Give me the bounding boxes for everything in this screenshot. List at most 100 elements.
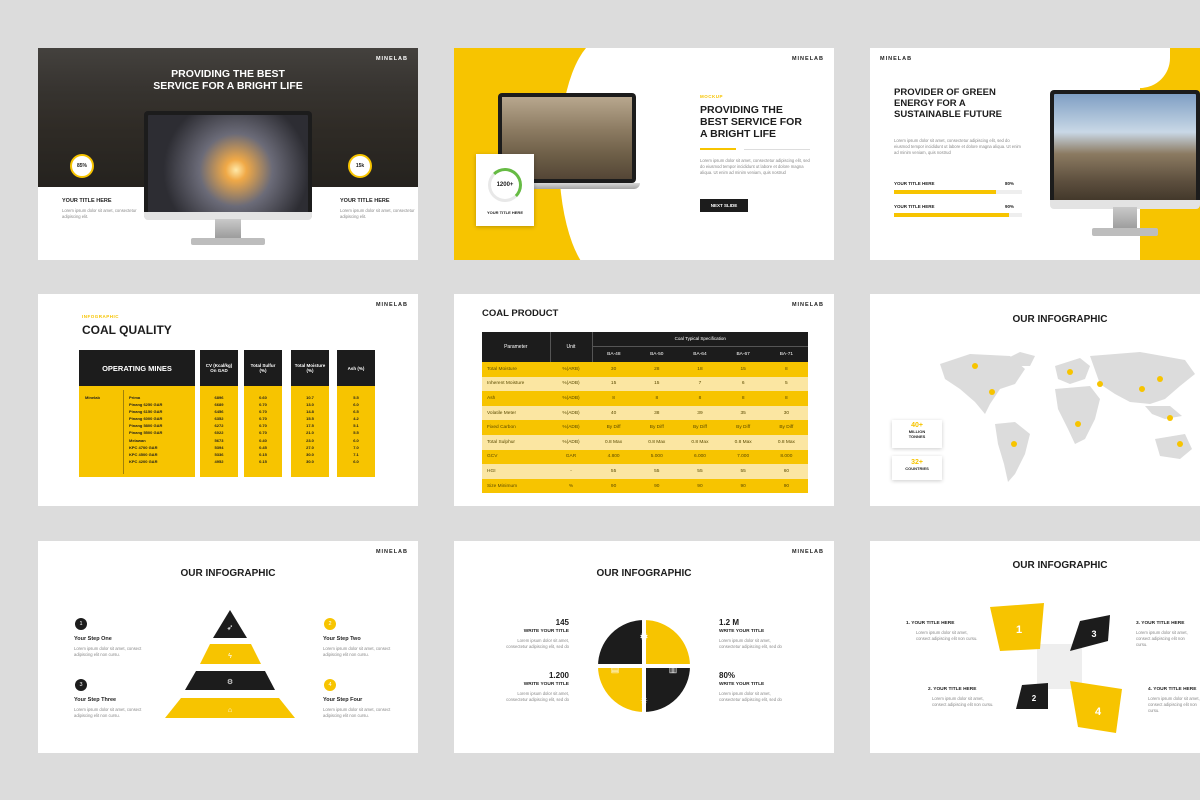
item-2-value: 1.2 M [719,618,740,627]
table-cell: 90 [610,483,617,489]
table-row: Volatile Meter %(ADB) 40 38 39 35 30 [482,405,808,421]
block-3-number: 3 [1091,629,1096,639]
table-cell: %(ADB) [562,425,580,431]
table-cell: 30.0 [306,458,314,464]
item-4-text: Lorem ipsum dolor sit amet, consectetur … [719,691,782,703]
item-1-title: 1. YOUR TITLE HERE [906,621,955,626]
table-row: Fixed Carbon %(ADB) By Diff By Diff By Diff B… [482,420,808,435]
table-cell: 6352 [214,416,224,422]
item-1-text: Lorem ipsum dolor sit amet, consect adip… [916,630,978,642]
slide-1-thumbnail[interactable]: MINELAB PROVIDING THE BEST SERVICE FOR A… [38,48,418,260]
table-cell: 6.5 [353,409,359,415]
item-2-title: WRITE YOUR TITLE [719,629,765,634]
table-cell: 17.5 [306,423,314,429]
step-4-title: Your Step Four [323,697,363,703]
header-unit: Unit [550,332,593,362]
table-cell: 6.0 [353,458,359,464]
block-2-number: 2 [1032,694,1037,703]
col-cv-header: CV (Kcal/kg) On GAD [200,350,238,386]
table-cell: Size Minimum [487,483,518,489]
table-cell: 13.0 [306,402,314,408]
divider-line [744,149,810,150]
table-cell: 6 [741,381,745,387]
table-cell: By Diff [692,425,707,431]
table-cell: 35 [740,410,746,416]
table-cell: 0.70 [259,430,267,436]
step-3-text: Lorem ipsum dolor sit amet, consect adip… [74,707,142,719]
mine-row-name: KPC 4500 GAR [129,451,158,457]
col-mines-header: OPERATING MINES [79,350,195,386]
table-cell: HGI [487,468,496,474]
col-ash-values: 5.5 6.0 6.5 4.2 5.1 5.5 6.0 7.0 7.1 6.0 [337,394,375,465]
table-cell: 55 [740,468,746,474]
slide-title: OUR INFOGRAPHIC [596,568,692,579]
map-pin-icon [1011,441,1017,447]
step-2-title: Your Step Two [323,636,361,642]
brand-logo: MINELAB [375,302,408,308]
monitor-screen [144,111,312,219]
item-1-title: WRITE YOUR TITLE [523,629,569,634]
table-cell: Volatile Meter [487,410,517,416]
trucks-mine-photo [1054,94,1196,203]
slide-5-thumbnail[interactable]: MINELAB COAL PRODUCT Parameter Unit Coal… [454,294,834,506]
slide-4-thumbnail[interactable]: MINELAB INFOGRAPHIC COAL QUALITY OPERATI… [38,294,418,506]
table-cell: %(ADB) [562,439,580,445]
slide-8-thumbnail[interactable]: MINELAB OUR INFOGRAPHIC ⚙ ▥ ☀ ▤ 145 WRIT… [454,541,834,753]
table-cell: 8 [655,395,659,401]
table-cell: 5 [785,381,788,387]
slide-3-thumbnail[interactable]: MINELAB PROVIDER OF GREEN ENERGY FOR A S… [870,48,1200,260]
map-pin-icon [1075,421,1081,427]
col-mines: OPERATING MINES Minelab Prima Pinang 6250… [79,350,195,477]
map-pin-icon [989,389,995,395]
spec-column-header: BA-48 [607,351,621,357]
table-cell: 0.40 [259,437,267,443]
step-2-text: Lorem ipsum dolor sit amet, consect adip… [323,646,391,658]
stat-tonnes-label-2: TONNES [908,434,926,439]
col-moisture-header: Total Moisture (%) [291,350,329,386]
slide-2-thumbnail[interactable]: MINELAB 1200+ YOUR TITLE HERE MOCKUP PRO… [454,48,834,260]
table-row: Total Sulphur %(ADB) 0.8 Max 0.8 Max 0.8 Max… [482,434,808,450]
item-3-text: Lorem ipsum dolor sit amet, consect adip… [1136,630,1188,648]
coal-product-table: Parameter Unit Coal Typical Specificatio… [482,332,808,494]
table-cell: Inherent Moisture [487,381,525,387]
table-cell: GCV [487,454,498,460]
next-slide-button[interactable]: NEXT SLIDE [700,199,748,212]
table-cell: Fixed Carbon [487,425,516,431]
monitor-stand [214,218,242,240]
table-cell: 0.8 Max [777,439,795,445]
mine-list: Prima Pinang 6250 GAR Pinang 6150 GAR Pinan… [129,394,162,465]
title-line-3: SUSTAINABLE FUTURE [894,108,1003,120]
mine-divider [123,390,124,474]
slide-7-thumbnail[interactable]: MINELAB OUR INFOGRAPHIC ➶ ϟ ⚙ ⌂ 1 Your S… [38,541,418,753]
slide-9-thumbnail[interactable]: OUR INFOGRAPHIC 1 3 2 4 1. YOUR TITLE HE… [870,541,1200,753]
brand-logo: MINELAB [791,56,824,62]
table-cell: 4.2 [353,416,359,422]
world-map [940,352,1195,482]
col-cv-values: 6896 6689 6456 6352 6272 6022 5673 5394 5336 4952 [200,394,238,465]
col-moisture-values: 10.7 13.0 14.8 15.5 17.5 21.0 23.0 27.0 30.0 30.0 [291,394,329,465]
map-pin-icon [1177,441,1183,447]
table-cell: 60 [783,468,790,474]
step-4-number: 4 [324,679,336,691]
item-1-text: Lorem ipsum dolor sit amet, consectetur … [506,638,569,650]
title-line-1: PROVIDING THE [700,104,783,116]
col-ash-header: Ash (%) [337,350,375,386]
table-cell: Total Moisture [487,366,517,372]
mine-row-name: Pinang 6150 GAR [129,409,163,415]
table-cell: 40 [610,410,617,416]
slide-6-thumbnail[interactable]: OUR INFOGRAPHIC 40+ MILLION TONNES 32+ C… [870,294,1200,506]
col-sulfur-values: 0.60 0.70 0.70 0.70 0.70 0.70 0.40 0.45 0.15 0.15 [244,394,282,465]
desktop-monitor-mockup [1050,90,1200,240]
quadrant-top [642,616,694,668]
table-cell: 21.0 [306,430,314,436]
table-cell: 90 [697,483,703,489]
right-item-text: Lorem ipsum dolor sit amet, consectetur … [340,208,415,220]
brand-logo: MINELAB [791,549,824,555]
bar-1-label: YOUR TITLE HERE [894,181,935,186]
bar-1-value: 80% [1005,181,1015,186]
table-cell: 8 [785,366,788,372]
table-cell: 0.45 [259,444,267,450]
table-cell: 38 [654,410,660,416]
body-text: Lorem ipsum dolor sit amet, consectetur … [700,158,810,176]
item-1-value: 145 [555,618,569,627]
